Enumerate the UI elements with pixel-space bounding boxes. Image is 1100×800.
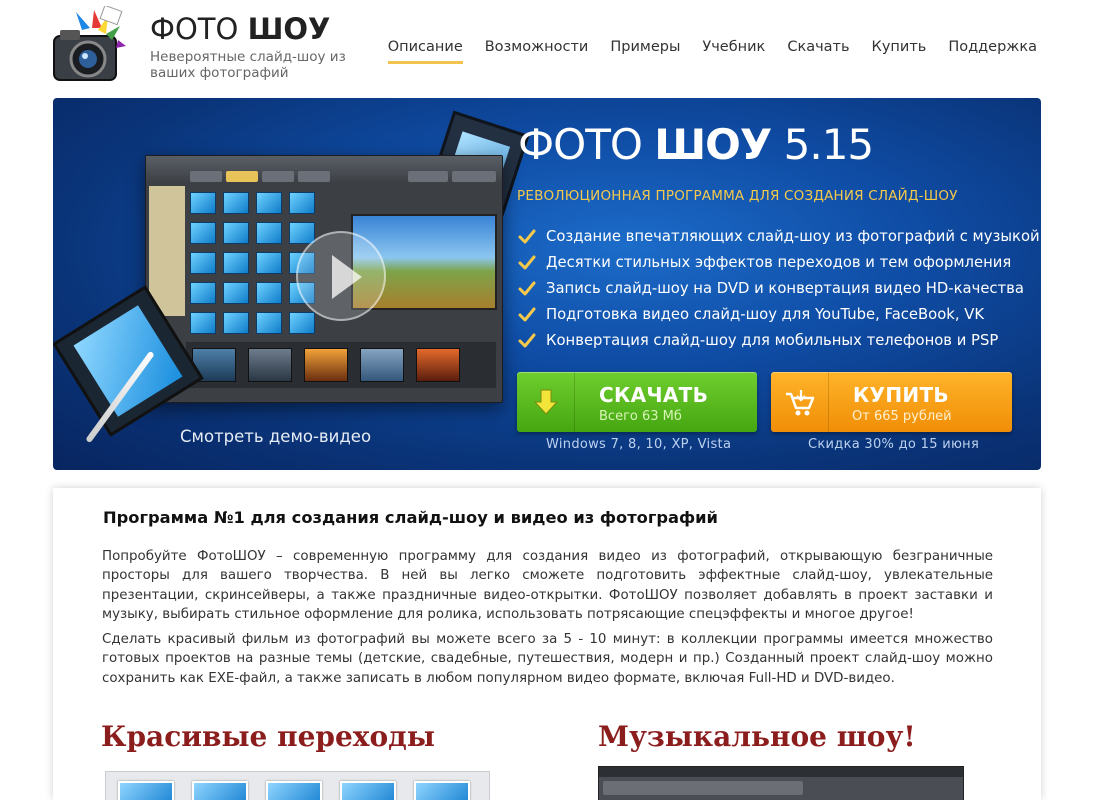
check-icon bbox=[518, 281, 536, 296]
timeline-frame bbox=[360, 348, 404, 382]
intro-paragraph: Попробуйте ФотоШОУ – современную програм… bbox=[102, 549, 993, 622]
nav-item-support[interactable]: Поддержка bbox=[937, 39, 1048, 65]
transition-preview-thumb[interactable] bbox=[340, 781, 396, 800]
feature-item: Запись слайд-шоу на DVD и конвертация ви… bbox=[517, 278, 1040, 304]
feature-item: Подготовка видео слайд-шоу для YouTube, … bbox=[517, 304, 1040, 330]
app-screenshot[interactable] bbox=[145, 155, 503, 403]
hero-title: ФОТО ШОУ 5.15 bbox=[518, 120, 875, 169]
screenshot-titlebar bbox=[599, 767, 963, 777]
nav-item-examples[interactable]: Примеры bbox=[599, 39, 691, 65]
check-icon bbox=[518, 307, 536, 322]
check-icon bbox=[518, 229, 536, 244]
screenshot-toolbar bbox=[146, 156, 502, 184]
feature-item: Создание впечатляющих слайд-шоу из фотог… bbox=[517, 226, 1040, 252]
content-title: Программа №1 для создания слайд-шоу и ви… bbox=[103, 508, 718, 527]
section-title-transitions: Красивые переходы bbox=[101, 720, 435, 753]
brand-name[interactable]: ФОТО ШОУ bbox=[150, 12, 330, 46]
screenshot-tab bbox=[298, 171, 330, 182]
hero-banner: Смотреть демо-видео ФОТО ШОУ 5.15 РЕВОЛЮ… bbox=[53, 98, 1041, 470]
feature-text: Запись слайд-шоу на DVD и конвертация ви… bbox=[546, 280, 1024, 297]
transitions-gallery[interactable] bbox=[105, 771, 490, 800]
transition-thumb bbox=[256, 252, 282, 274]
camera-logo-icon[interactable] bbox=[46, 6, 136, 90]
feature-item: Десятки стильных эффектов переходов и те… bbox=[517, 252, 1040, 278]
shopping-cart-icon bbox=[771, 372, 829, 432]
timeline-frame bbox=[248, 348, 292, 382]
hero-title-light: ФОТО bbox=[518, 120, 643, 169]
transition-thumb bbox=[223, 312, 249, 334]
hero-title-bold: ШОУ bbox=[654, 120, 772, 169]
check-icon bbox=[518, 255, 536, 270]
download-size: Всего 63 Мб bbox=[599, 409, 682, 424]
nav-item-buy[interactable]: Купить bbox=[861, 39, 938, 65]
feature-text: Создание впечатляющих слайд-шоу из фотог… bbox=[546, 228, 1040, 245]
transition-thumb bbox=[289, 312, 315, 334]
transition-thumb bbox=[223, 282, 249, 304]
transition-thumb bbox=[190, 222, 216, 244]
demo-video-link[interactable]: Смотреть демо-видео bbox=[180, 427, 371, 446]
screenshot-tab bbox=[452, 171, 496, 182]
feature-item: Конвертация слайд-шоу для мобильных теле… bbox=[517, 330, 1040, 356]
play-icon[interactable] bbox=[296, 231, 386, 321]
transition-thumb bbox=[190, 252, 216, 274]
transition-thumb bbox=[256, 312, 282, 334]
buy-price: От 665 рублей bbox=[852, 409, 952, 424]
timeline-frame bbox=[416, 348, 460, 382]
screenshot-tab bbox=[226, 171, 258, 182]
transition-preview-thumb[interactable] bbox=[266, 781, 322, 800]
nav-item-features[interactable]: Возможности bbox=[474, 39, 600, 65]
transition-thumb bbox=[190, 192, 216, 214]
feature-text: Подготовка видео слайд-шоу для YouTube, … bbox=[546, 306, 985, 323]
site-header: ФОТО ШОУ Невероятные слайд-шоу из ваших … bbox=[0, 0, 1100, 98]
nav-item-description[interactable]: Описание bbox=[377, 39, 474, 65]
transition-thumb bbox=[223, 222, 249, 244]
transition-thumb bbox=[256, 192, 282, 214]
screenshot-tab bbox=[408, 171, 448, 182]
download-arrow-icon bbox=[517, 372, 575, 432]
brand-name-light: ФОТО bbox=[150, 12, 239, 46]
screenshot-sidebar bbox=[149, 186, 185, 316]
transition-thumb bbox=[256, 222, 282, 244]
transition-thumb bbox=[190, 312, 216, 334]
screenshot-tab bbox=[262, 171, 294, 182]
transition-preview-thumb[interactable] bbox=[118, 781, 174, 800]
download-button-label: СКАЧАТЬ bbox=[599, 383, 709, 407]
hero-version: 5.15 bbox=[783, 120, 875, 169]
check-icon bbox=[518, 333, 536, 348]
screenshot-tab bbox=[190, 171, 222, 182]
section-title-music-show: Музыкальное шоу! bbox=[598, 720, 916, 753]
transition-thumb bbox=[223, 192, 249, 214]
screenshot-tabs bbox=[603, 781, 803, 795]
nav-item-tutorial[interactable]: Учебник bbox=[691, 39, 776, 65]
main-nav: Описание Возможности Примеры Учебник Ска… bbox=[377, 39, 1048, 65]
download-button[interactable]: СКАЧАТЬ Всего 63 Мб bbox=[517, 372, 757, 432]
discount-note: Скидка 30% до 15 июня bbox=[808, 437, 980, 452]
transition-thumb bbox=[223, 252, 249, 274]
transition-thumb bbox=[289, 192, 315, 214]
main-content: Программа №1 для создания слайд-шоу и ви… bbox=[53, 488, 1041, 800]
transition-preview-thumb[interactable] bbox=[414, 781, 470, 800]
feature-text: Конвертация слайд-шоу для мобильных теле… bbox=[546, 332, 999, 349]
hero-subtitle: РЕВОЛЮЦИОННАЯ ПРОГРАММА ДЛЯ СОЗДАНИЯ СЛА… bbox=[517, 188, 958, 204]
timeline-frame bbox=[304, 348, 348, 382]
transition-thumb bbox=[256, 282, 282, 304]
brand-name-bold: ШОУ bbox=[247, 12, 331, 46]
transition-preview-thumb[interactable] bbox=[192, 781, 248, 800]
buy-button-label: КУПИТЬ bbox=[853, 383, 949, 407]
buy-button[interactable]: КУПИТЬ От 665 рублей bbox=[771, 372, 1012, 432]
nav-item-download[interactable]: Скачать bbox=[776, 39, 860, 65]
brand-tagline: Невероятные слайд-шоу из ваших фотографи… bbox=[150, 49, 346, 81]
transition-thumb bbox=[190, 282, 216, 304]
timeline-strip bbox=[186, 342, 496, 388]
details-paragraph: Сделать красивый фильм из фотографий вы … bbox=[102, 632, 993, 686]
music-show-screenshot[interactable] bbox=[598, 766, 964, 800]
feature-list: Создание впечатляющих слайд-шоу из фотог… bbox=[517, 226, 1040, 356]
feature-text: Десятки стильных эффектов переходов и те… bbox=[546, 254, 1012, 271]
supported-os: Windows 7, 8, 10, XP, Vista bbox=[546, 437, 732, 452]
